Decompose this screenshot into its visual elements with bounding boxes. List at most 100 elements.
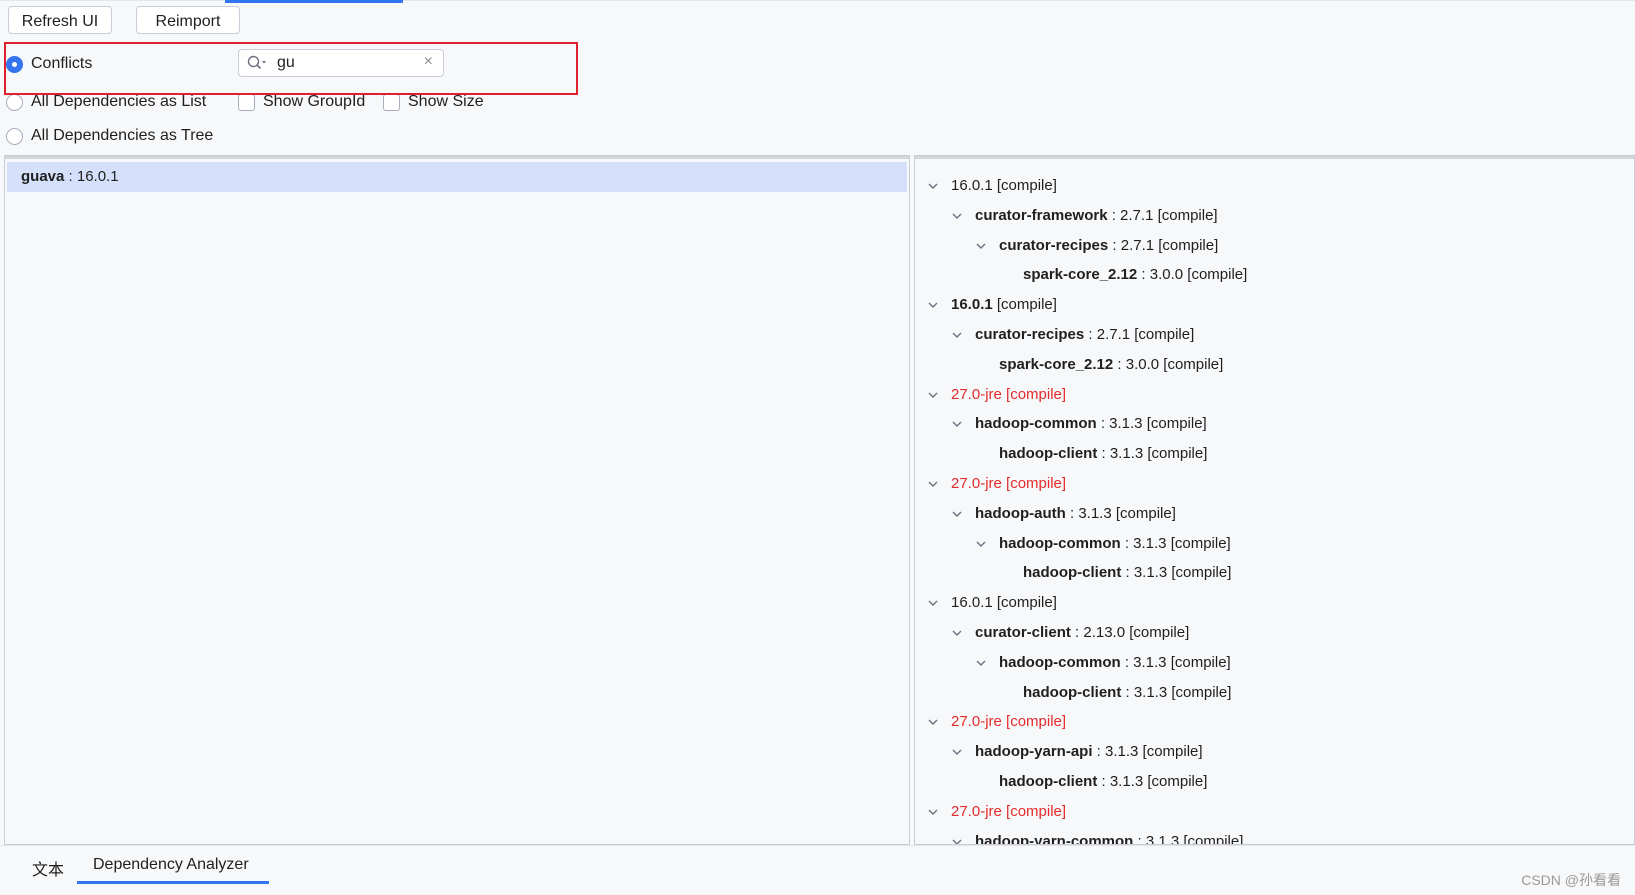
tree-artifact-name: curator-client <box>975 624 1071 641</box>
tree-row[interactable]: spark-core_2.12 : 3.0.0 [compile] <box>999 261 1247 289</box>
tree-row[interactable]: curator-client : 2.13.0 [compile] <box>951 619 1189 647</box>
tree-artifact-detail: : 3.1.3 [compile] <box>1097 773 1208 790</box>
tree-artifact-name: hadoop-yarn-common <box>975 832 1134 845</box>
tab-text[interactable]: 文本 <box>32 856 64 880</box>
tree-artifact-name: hadoop-yarn-api <box>975 743 1093 761</box>
tree-artifact-name: hadoop-common <box>999 653 1121 671</box>
tree-row[interactable]: 27.0-jre [compile] <box>927 381 1066 409</box>
tree-artifact-name: curator-recipes <box>975 326 1085 343</box>
tree-artifact-detail: 27.0-jre [compile] <box>951 475 1067 492</box>
tree-artifact-detail: 16.0.1 [compile] <box>951 594 1057 612</box>
chevron-down-icon[interactable] <box>951 836 963 844</box>
chevron-down-icon[interactable] <box>927 389 939 401</box>
tree-row[interactable]: curator-recipes : 2.7.1 [compile] <box>975 232 1218 260</box>
tree-artifact-detail: : 3.1.3 [compile] <box>1133 832 1244 845</box>
tree-row[interactable]: hadoop-client : 3.1.3 [compile] <box>975 768 1207 796</box>
watermark: CSDN @孙看看 <box>1521 872 1621 888</box>
tree-artifact-detail: : 3.1.3 [compile] <box>1096 415 1207 433</box>
all-dependencies-tree-option[interactable]: All Dependencies as Tree <box>6 124 213 148</box>
conflict-list-panel: guava : 16.0.1 <box>4 155 910 845</box>
tree-row[interactable]: 27.0-jre [compile] <box>927 470 1066 498</box>
tree-row[interactable]: hadoop-yarn-common : 3.1.3 [compile] <box>951 828 1244 845</box>
tree-artifact-name: spark-core_2.12 <box>999 355 1114 373</box>
active-tab-indicator <box>225 0 403 3</box>
tree-row[interactable]: 27.0-jre [compile] <box>927 708 1066 736</box>
chevron-down-icon[interactable] <box>951 329 963 341</box>
tree-artifact-detail: : 2.7.1 [compile] <box>1108 236 1219 254</box>
chevron-down-icon[interactable] <box>975 240 987 252</box>
tree-artifact-detail: 16.0.1 [compile] <box>951 177 1057 194</box>
tree-row[interactable]: hadoop-auth : 3.1.3 [compile] <box>951 500 1176 528</box>
tree-row[interactable]: curator-framework : 2.7.1 [compile] <box>951 202 1218 230</box>
tree-row[interactable]: 27.0-jre [compile] <box>927 798 1066 826</box>
tree-row[interactable]: hadoop-client : 3.1.3 [compile] <box>999 679 1231 707</box>
tree-row[interactable]: hadoop-client : 3.1.3 [compile] <box>999 559 1231 587</box>
tree-artifact-name: spark-core_2.12 <box>1023 266 1138 284</box>
list-label: All Dependencies as List <box>31 93 207 110</box>
tree-artifact-name: hadoop-client <box>999 445 1098 463</box>
show-size-label: Show Size <box>408 93 484 110</box>
chevron-down-icon[interactable] <box>951 627 963 639</box>
tree-artifact-detail: 27.0-jre [compile] <box>951 802 1067 820</box>
tree-artifact-detail: : 3.1.3 [compile] <box>1065 504 1176 522</box>
tree-radio[interactable] <box>6 127 23 145</box>
tree-artifact-detail: 27.0-jre [compile] <box>951 713 1067 731</box>
tree-artifact-name: hadoop-client <box>999 773 1098 790</box>
dependency-tree-panel: 16.0.1 [compile] curator-framework : 2.7.… <box>914 155 1635 845</box>
tree-artifact-detail: : 2.7.1 [compile] <box>1084 326 1195 343</box>
tree-row[interactable]: hadoop-common : 3.1.3 [compile] <box>951 410 1207 438</box>
reimport-button[interactable]: Reimport <box>136 6 240 34</box>
tree-row[interactable]: hadoop-client : 3.1.3 [compile] <box>975 440 1207 468</box>
chevron-down-icon[interactable] <box>951 746 963 758</box>
tree-row[interactable]: curator-recipes : 2.7.1 [compile] <box>951 321 1194 349</box>
tree-artifact-name: hadoop-client <box>1023 564 1122 582</box>
tree-row[interactable]: hadoop-common : 3.1.3 [compile] <box>975 530 1231 558</box>
tree-artifact-detail: [compile] <box>992 296 1057 314</box>
tree-row[interactable]: hadoop-yarn-api : 3.1.3 [compile] <box>951 738 1203 766</box>
tree-artifact-detail: : 3.1.3 [compile] <box>1120 653 1231 671</box>
refresh-ui-button[interactable]: Refresh UI <box>8 6 112 34</box>
tree-artifact-detail: : 3.1.3 [compile] <box>1121 564 1232 582</box>
tree-label: All Dependencies as Tree <box>31 127 214 144</box>
chevron-down-icon[interactable] <box>927 716 939 728</box>
show-groupid-checkbox[interactable] <box>238 93 255 111</box>
panel-top-border <box>5 156 909 159</box>
chevron-down-icon[interactable] <box>951 418 963 430</box>
list-radio[interactable] <box>6 93 23 111</box>
tree-artifact-name: curator-recipes <box>999 236 1109 254</box>
tab-active-indicator <box>77 881 269 884</box>
chevron-down-icon[interactable] <box>951 508 963 520</box>
highlight-box-options <box>4 42 578 95</box>
tab-dependency-analyzer[interactable]: Dependency Analyzer <box>93 856 249 874</box>
tree-artifact-name: hadoop-common <box>975 415 1097 433</box>
tree-artifact-name: 16.0.1 <box>951 296 993 314</box>
tree-artifact-detail: : 3.1.3 [compile] <box>1121 683 1232 701</box>
show-groupid-label: Show GroupId <box>263 93 366 110</box>
chevron-down-icon[interactable] <box>927 299 939 311</box>
chevron-down-icon[interactable] <box>927 597 939 609</box>
tree-row[interactable]: hadoop-common : 3.1.3 [compile] <box>975 649 1231 677</box>
panel-top-border <box>915 156 1634 159</box>
chevron-down-icon[interactable] <box>927 180 939 192</box>
chevron-down-icon[interactable] <box>975 657 987 669</box>
tree-artifact-detail: : 3.1.3 [compile] <box>1092 743 1203 761</box>
tree-artifact-detail: : 2.13.0 [compile] <box>1070 624 1190 641</box>
tree-artifact-name: hadoop-common <box>999 534 1121 552</box>
tree-row[interactable]: 16.0.1 [compile] <box>927 172 1057 200</box>
chevron-down-icon[interactable] <box>927 806 939 818</box>
tree-artifact-detail: : 2.7.1 [compile] <box>1107 206 1218 224</box>
tree-row[interactable]: spark-core_2.12 : 3.0.0 [compile] <box>975 351 1223 379</box>
chevron-down-icon[interactable] <box>927 478 939 490</box>
tree-artifact-detail: : 3.0.0 [compile] <box>1113 355 1224 373</box>
chevron-down-icon[interactable] <box>951 210 963 222</box>
chevron-down-icon[interactable] <box>975 538 987 550</box>
tree-row[interactable]: 16.0.1 [compile] <box>927 589 1057 617</box>
tree-artifact-name: curator-framework <box>975 206 1108 224</box>
show-size-checkbox[interactable] <box>383 93 400 111</box>
list-item[interactable]: guava : 16.0.1 <box>7 162 907 192</box>
tree-artifact-name: hadoop-client <box>1023 683 1122 701</box>
artifact-version: : 16.0.1 <box>64 168 119 185</box>
tree-artifact-detail: 27.0-jre [compile] <box>951 385 1067 403</box>
tree-row[interactable]: 16.0.1 [compile] <box>927 291 1057 319</box>
artifact-name: guava <box>21 168 65 185</box>
